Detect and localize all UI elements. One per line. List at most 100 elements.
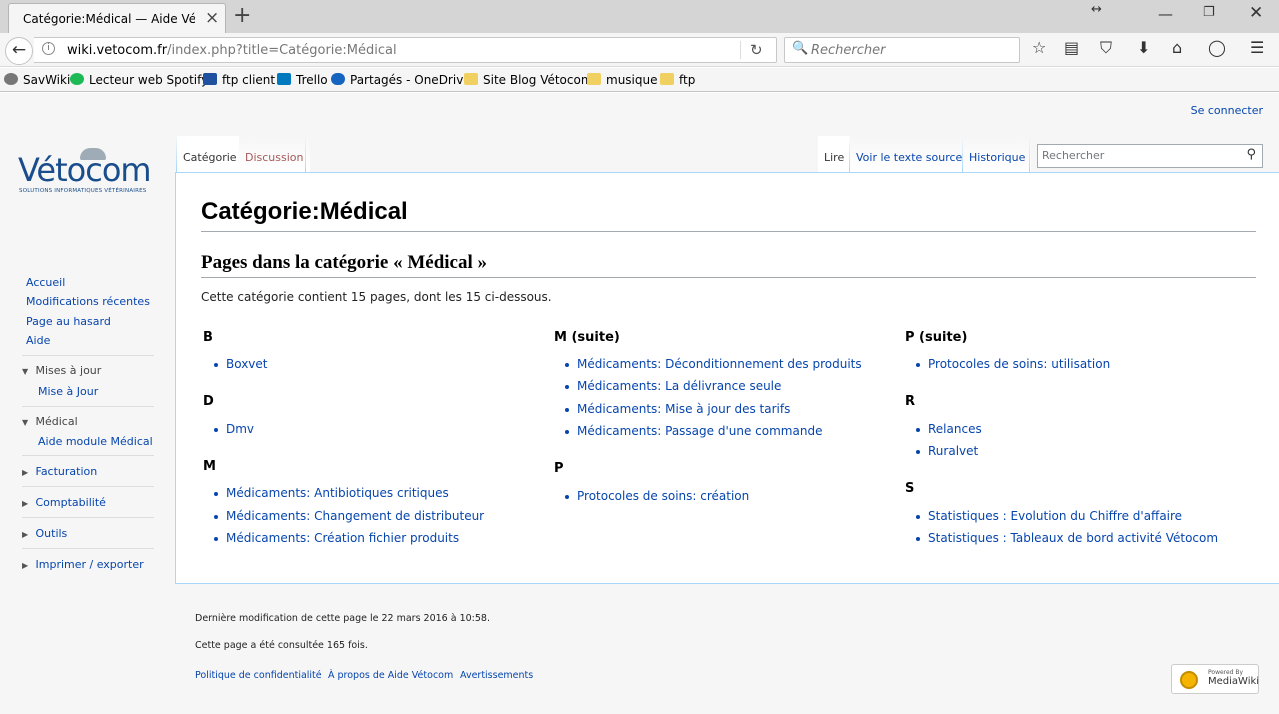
portal-mises-a-jour[interactable]: ▼ Mises à jour [22,364,101,377]
minimize-icon[interactable]: — [1158,5,1173,23]
list-item[interactable]: Médicaments: Antibiotiques critiques [214,486,449,500]
group-heading: D [203,394,214,409]
close-tab-icon[interactable]: × [205,8,219,28]
resize-icon: ↔ [1091,2,1102,17]
tab-lire[interactable]: Lire [818,136,851,172]
menu-icon[interactable]: ☰ [1250,38,1264,57]
sidebar-item-recent-changes[interactable]: Modifications récentes [26,295,150,308]
sidebar-item-help[interactable]: Aide [26,334,50,347]
url-bar[interactable]: i wiki.vetocom.fr/index.php?title=Catégo… [34,37,777,63]
group-heading: P (suite) [905,330,968,345]
group-heading: R [905,394,916,409]
footer-link-privacy[interactable]: Politique de confidentialité [195,670,322,681]
collapsed-arrow-icon: ▶ [22,499,29,508]
portal-medical[interactable]: ▼ Médical [22,415,78,428]
list-item[interactable]: Médicaments: Déconditionnement des produ… [565,357,862,371]
group-heading: M (suite) [554,330,620,345]
list-item[interactable]: Médicaments: Passage d'une commande [565,424,822,438]
list-item[interactable]: Statistiques : Tableaux de bord activité… [916,531,1218,545]
list-item[interactable]: Médicaments: La délivrance seule [565,379,781,393]
list-item[interactable]: Protocoles de soins: utilisation [916,357,1110,371]
back-button[interactable]: ← [5,37,33,65]
portal-divider [22,455,154,456]
collapsed-arrow-icon: ▶ [22,530,29,539]
logo-word: Vétocom [18,151,152,189]
list-item[interactable]: Protocoles de soins: création [565,489,749,503]
bookmark-item[interactable]: ftp [660,73,695,87]
folder-icon [464,73,478,85]
sidebar-item-random-page[interactable]: Page au hasard [26,315,111,328]
new-tab-icon[interactable]: + [233,3,251,28]
sidebar-item-mise-a-jour[interactable]: Mise à Jour [38,385,98,398]
gear-icon [4,73,18,85]
reload-icon[interactable]: ↻ [750,41,763,59]
bookmark-item[interactable]: Partagés - OneDrive [331,73,471,87]
last-modified-text: Dernière modification de cette page le 2… [195,613,490,624]
list-item[interactable]: Médicaments: Création fichier produits [214,531,459,545]
search-icon[interactable]: ⚲ [1246,147,1256,162]
tab-title: Catégorie:Médical — Aide Vétocom [23,12,195,26]
tab-discussion[interactable]: Discussion [239,136,310,172]
group-heading: S [905,481,915,496]
powered-by-mediawiki-badge[interactable]: Powered By MediaWiki [1171,664,1259,694]
list-item[interactable]: Relances [916,422,982,436]
sidebar-item-aide-module-medical[interactable]: Aide module Médical [38,435,153,448]
collapsed-arrow-icon: ▶ [22,561,29,570]
bookmark-item[interactable]: Trello [277,73,328,87]
tab-divider [305,136,306,172]
browser-tab[interactable]: Catégorie:Médical — Aide Vétocom × [8,3,226,33]
collapsed-arrow-icon: ▶ [22,468,29,477]
info-icon[interactable]: i [42,42,55,55]
bookmark-item[interactable]: ftp client [203,73,275,87]
pocket-icon[interactable]: ⛉ [1100,38,1112,58]
browser-window: Catégorie:Médical — Aide Vétocom × + ↔ —… [0,0,1279,714]
bookmarks-list-icon[interactable]: ▤ [1064,38,1079,57]
wiki-page: Se connecter Vétocom SOLUTIONS INFORMATI… [0,93,1279,714]
close-window-icon[interactable]: ✕ [1249,3,1263,23]
search-engine-icon[interactable]: 🔍 [792,41,808,56]
portal-comptabilite[interactable]: ▶ Comptabilité [22,496,106,509]
computer-icon [203,73,217,85]
page-title: Catégorie:Médical [201,198,408,225]
wiki-search-placeholder: Rechercher [1042,149,1105,162]
bookmark-item[interactable]: musique [587,73,658,87]
onedrive-icon [331,73,345,85]
site-logo[interactable]: Vétocom SOLUTIONS INFORMATIQUES VÉTÉRINA… [18,148,158,201]
portal-outils[interactable]: ▶ Outils [22,527,67,540]
sidebar-item-accueil[interactable]: Accueil [26,276,65,289]
tab-history[interactable]: Historique [963,136,1032,172]
tab-categorie[interactable]: Catégorie [177,136,243,172]
wiki-search-input[interactable]: Rechercher ⚲ [1037,144,1263,168]
bookmark-star-icon[interactable]: ☆ [1032,38,1046,57]
list-item[interactable]: Ruralvet [916,444,978,458]
group-heading: P [554,461,564,476]
download-icon[interactable]: ⬇ [1137,38,1150,57]
home-icon[interactable]: ⌂ [1172,38,1182,57]
search-placeholder: Rechercher [811,43,886,58]
list-item[interactable]: Médicaments: Changement de distributeur [214,509,484,523]
restore-icon[interactable]: ❐ [1203,5,1215,20]
list-item[interactable]: Médicaments: Mise à jour des tarifs [565,402,790,416]
tab-view-source[interactable]: Voir le texte source [850,136,969,172]
portal-facturation[interactable]: ▶ Facturation [22,465,97,478]
list-item[interactable]: Dmv [214,422,254,436]
bookmarks-toolbar: SavWiki Lecteur web Spotify ftp client T… [0,68,1279,92]
footer-link-about[interactable]: À propos de Aide Vétocom [328,670,453,681]
logo-tagline: SOLUTIONS INFORMATIQUES VÉTÉRINAIRES [19,188,147,194]
url-text[interactable]: wiki.vetocom.fr/index.php?title=Catégori… [67,43,397,58]
bookmark-item[interactable]: Site Blog Vétocom [464,73,593,87]
views-count-text: Cette page a été consultée 165 fois. [195,640,368,651]
list-item[interactable]: Boxvet [214,357,268,371]
browser-search-input[interactable]: 🔍 Rechercher [784,37,1020,63]
heading-underline [201,277,1256,278]
portal-imprimer-exporter[interactable]: ▶ Imprimer / exporter [22,558,144,571]
portal-divider [22,548,154,549]
chat-icon[interactable]: ◯ [1208,38,1226,57]
list-item[interactable]: Statistiques : Evolution du Chiffre d'af… [916,509,1182,523]
bookmark-item[interactable]: SavWiki [4,73,70,87]
login-link[interactable]: Se connecter [1191,104,1263,117]
portal-divider [22,355,154,356]
bookmark-item[interactable]: Lecteur web Spotify [70,73,208,87]
footer-link-disclaimers[interactable]: Avertissements [460,670,533,681]
content-area: Catégorie:Médical Pages dans la catégori… [175,172,1279,584]
